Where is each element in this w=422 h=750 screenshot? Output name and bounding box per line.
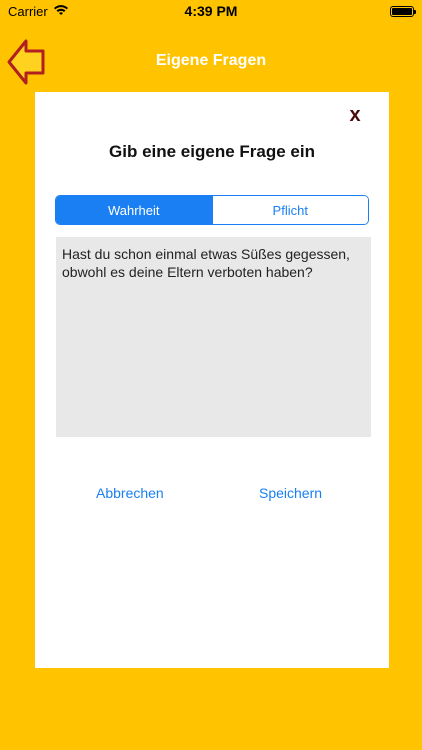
type-segmented-control: Wahrheit Pflicht (55, 195, 369, 225)
save-button[interactable]: Speichern (259, 485, 322, 501)
question-dialog: x Gib eine eigene Frage ein Wahrheit Pfl… (35, 92, 389, 668)
status-bar: Carrier 4:39 PM (0, 0, 422, 22)
screen: Carrier 4:39 PM Eigene Fragen x Gib eine… (0, 0, 422, 750)
close-button[interactable]: x (343, 102, 367, 128)
question-text-area[interactable]: Hast du schon einmal etwas Süßes gegesse… (56, 237, 371, 437)
segment-wahrheit[interactable]: Wahrheit (56, 196, 212, 224)
segment-pflicht[interactable]: Pflicht (211, 196, 368, 224)
dialog-title: Gib eine eigene Frage ein (109, 142, 315, 161)
status-left: Carrier (8, 4, 69, 19)
carrier-label: Carrier (8, 3, 48, 19)
question-text: Hast du schon einmal etwas Süßes gegesse… (62, 246, 350, 280)
page-title: Eigene Fragen (155, 52, 267, 69)
back-button[interactable] (6, 38, 46, 86)
action-row: Abbrechen Speichern (35, 485, 389, 509)
nav-bar: Eigene Fragen (0, 22, 422, 100)
battery-icon (390, 5, 416, 17)
cancel-button[interactable]: Abbrechen (96, 485, 164, 501)
wifi-icon (53, 4, 69, 19)
arrow-left-icon (7, 39, 45, 85)
